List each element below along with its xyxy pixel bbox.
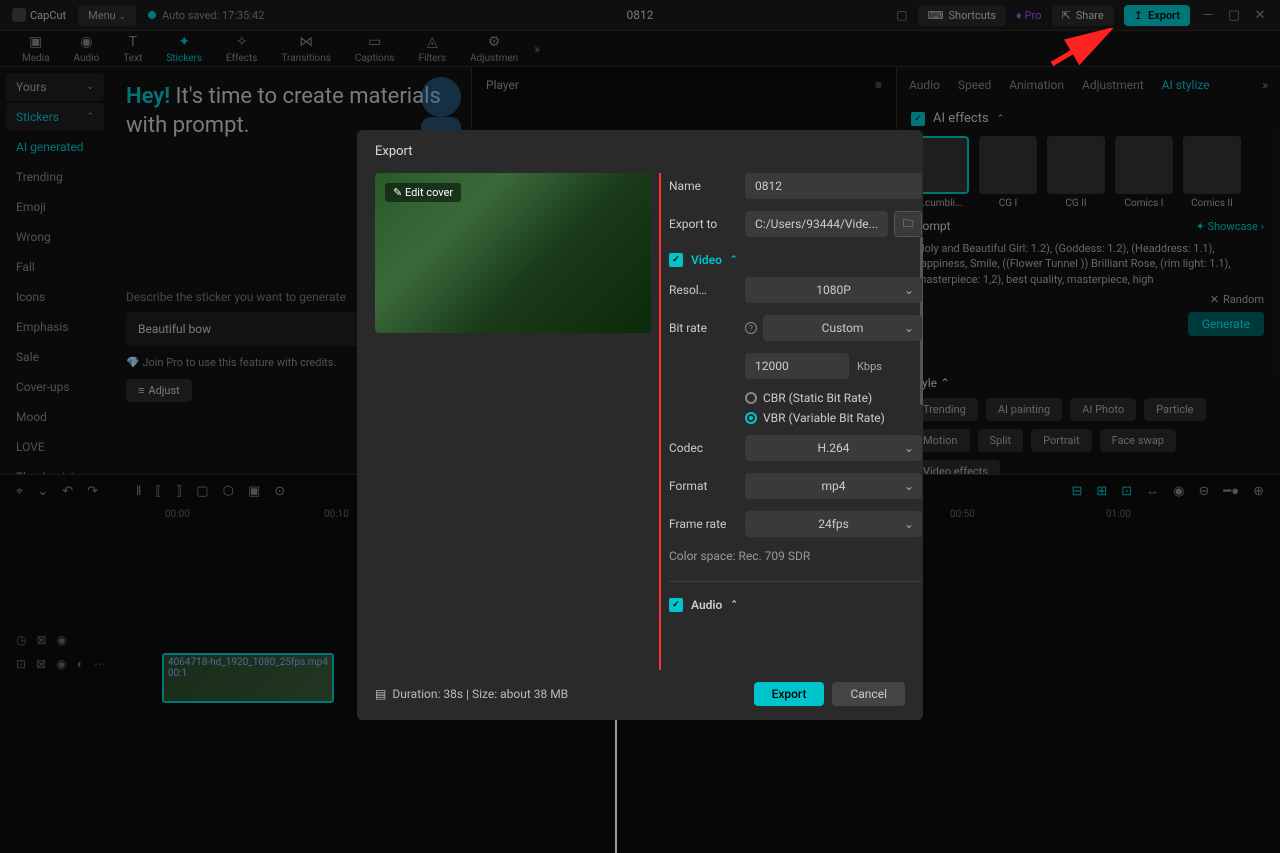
- name-label: Name: [669, 179, 745, 193]
- export-to-label: Export to: [669, 217, 745, 231]
- cover-preview: ✎ Edit cover: [375, 173, 651, 333]
- video-checkbox[interactable]: ✓: [669, 253, 683, 267]
- chevron-up-icon[interactable]: ⌃: [730, 255, 738, 265]
- radio-checked-icon: [745, 412, 757, 424]
- film-icon: ▤: [375, 687, 386, 701]
- bitrate-label: Bit rate: [669, 321, 745, 335]
- colorspace-text: Color space: Rec. 709 SDR: [669, 549, 922, 563]
- video-section-title: Video: [691, 253, 722, 267]
- resolution-select[interactable]: 1080P: [745, 277, 922, 303]
- chevron-up-icon[interactable]: ⌃: [730, 600, 738, 610]
- framerate-select[interactable]: 24fps: [745, 511, 922, 537]
- resolution-label: Resol…: [669, 283, 745, 297]
- kbps-label: Kbps: [857, 360, 882, 373]
- edit-cover-button[interactable]: ✎ Edit cover: [385, 183, 461, 202]
- name-input[interactable]: [745, 173, 922, 199]
- format-label: Format: [669, 479, 745, 493]
- info-icon[interactable]: ?: [745, 322, 757, 334]
- export-path: C:/Users/93444/Vide...: [745, 211, 888, 237]
- modal-export-button[interactable]: Export: [754, 682, 825, 706]
- duration-text: ▤ Duration: 38s | Size: about 38 MB: [375, 687, 568, 701]
- modal-title: Export: [357, 130, 923, 173]
- vbr-radio-row[interactable]: VBR (Variable Bit Rate): [745, 411, 922, 425]
- cbr-radio-row[interactable]: CBR (Static Bit Rate): [745, 391, 922, 405]
- framerate-label: Frame rate: [669, 517, 745, 531]
- pencil-icon: ✎: [393, 186, 402, 199]
- radio-unchecked-icon: [745, 392, 757, 404]
- export-modal: Export ✎ Edit cover Name Export to C:/Us…: [357, 130, 923, 720]
- modal-cancel-button[interactable]: Cancel: [832, 682, 905, 706]
- codec-label: Codec: [669, 441, 745, 455]
- bitrate-input[interactable]: [745, 353, 849, 379]
- codec-select[interactable]: H.264: [745, 435, 922, 461]
- format-select[interactable]: mp4: [745, 473, 922, 499]
- divider: [669, 581, 922, 582]
- folder-icon: 🗀: [903, 215, 914, 234]
- browse-folder-button[interactable]: 🗀: [894, 211, 922, 237]
- audio-section-title: Audio: [691, 598, 722, 612]
- bitrate-mode-select[interactable]: Custom: [763, 315, 922, 341]
- audio-checkbox[interactable]: ✓: [669, 598, 683, 612]
